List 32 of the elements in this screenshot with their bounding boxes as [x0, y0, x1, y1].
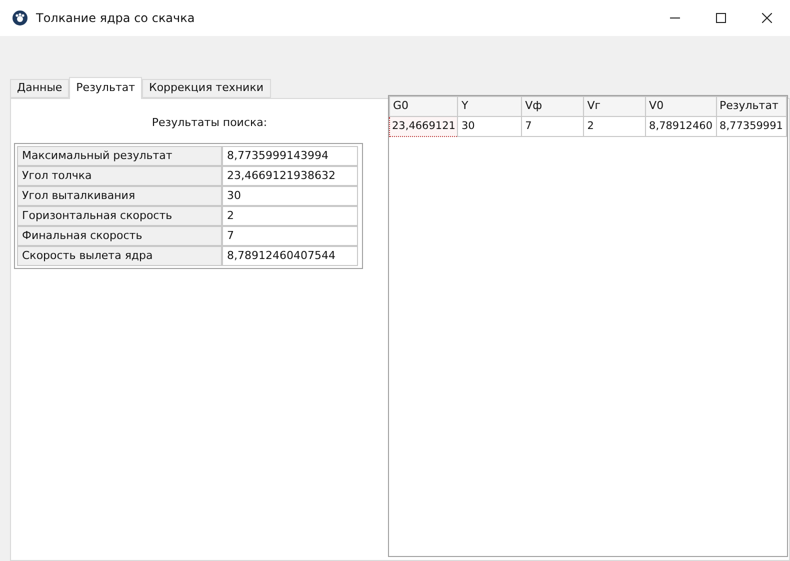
column-header[interactable]: Y: [458, 96, 522, 116]
column-header[interactable]: V0: [646, 96, 716, 116]
grid-cell[interactable]: 23,4669121: [390, 116, 458, 136]
value-cell: 8,78912460407544: [222, 246, 358, 266]
tab[interactable]: Коррекция техники: [142, 79, 271, 98]
tab[interactable]: Данные: [10, 79, 70, 98]
column-header[interactable]: Vг: [584, 96, 646, 116]
label-cell: Угол выталкивания: [17, 186, 222, 206]
label-cell: Максимальный результат: [17, 146, 222, 166]
grid-cell[interactable]: 30: [458, 116, 522, 136]
column-header[interactable]: Результат: [716, 96, 786, 116]
label-cell: Финальная скорость: [17, 226, 222, 246]
close-icon: [762, 13, 772, 23]
results-heading: Результаты поиска:: [150, 115, 268, 131]
column-header[interactable]: Vф: [522, 96, 584, 116]
column-header[interactable]: G0: [390, 96, 458, 116]
app-icon: [12, 10, 28, 26]
value-cell: 23,4669121938632: [222, 166, 358, 186]
grid-cell[interactable]: 7: [522, 116, 584, 136]
value-cell: 2: [222, 206, 358, 226]
value-cell: 8,7735999143994: [222, 146, 358, 166]
value-cell: 30: [222, 186, 358, 206]
label-cell: Угол толчка: [17, 166, 222, 186]
value-cell: 7: [222, 226, 358, 246]
maximize-icon: [716, 13, 726, 23]
tab[interactable]: Результат: [69, 77, 142, 99]
label-cell: Горизонтальная скорость: [17, 206, 222, 226]
label-cell: Скорость вылета ядра: [17, 246, 222, 266]
window-title: Толкание ядра со скачка: [36, 10, 195, 27]
grid-cell[interactable]: 8,78912460: [646, 116, 716, 136]
grid-cell[interactable]: 2: [584, 116, 646, 136]
grid-cell[interactable]: 8,77359991: [716, 116, 786, 136]
